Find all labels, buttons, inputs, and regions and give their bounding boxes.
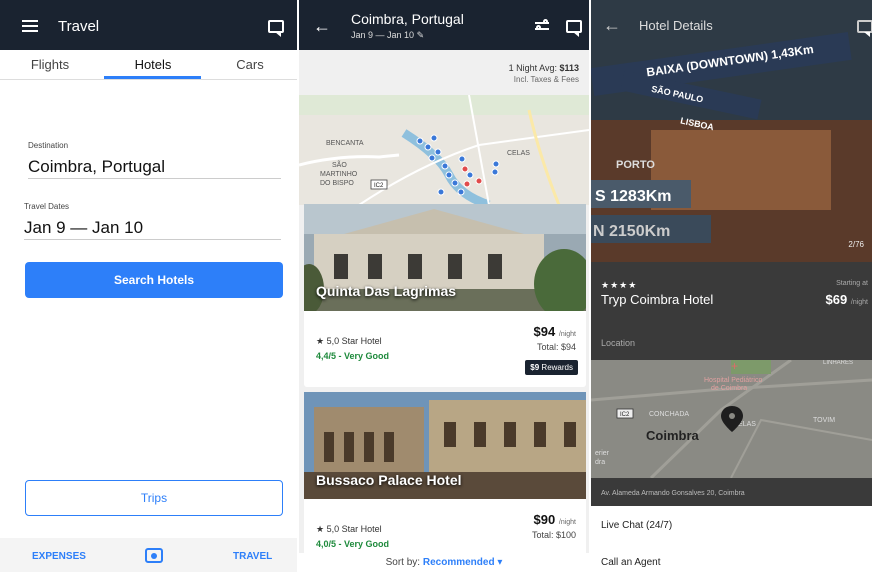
map-label: LINHARES — [823, 360, 853, 366]
map-label: de Coimbra — [711, 385, 747, 392]
results-title: Coimbra, Portugal — [351, 11, 464, 27]
map-label: dra — [595, 459, 605, 466]
filter-icon[interactable] — [535, 19, 549, 32]
back-arrow-icon[interactable]: ← — [603, 15, 621, 36]
hotel-price: $94 /night — [534, 324, 576, 339]
travel-nav[interactable]: TRAVEL — [233, 551, 272, 562]
location-label: Location — [601, 338, 636, 348]
details-header: ← Hotel Details — [591, 0, 872, 50]
chevron-down-icon[interactable]: ▾ — [497, 557, 502, 568]
starting-at-label: Starting at — [836, 280, 868, 287]
destination-field[interactable]: Coimbra, Portugal — [28, 157, 165, 177]
hotel-total: Total: $94 — [536, 342, 576, 352]
map-label: Hospital Pediátrico — [704, 377, 762, 384]
chat-icon[interactable] — [268, 20, 284, 37]
hotel-stars: ★ 5,0 Star Hotel — [316, 524, 382, 535]
sort-bar[interactable]: Sort by: Recommended ▾ — [299, 553, 589, 572]
chat-icon[interactable] — [857, 20, 872, 37]
rewards-badge: $9 Rewards — [525, 360, 578, 375]
expenses-nav[interactable]: EXPENSES — [32, 551, 86, 562]
rewards-value: $9 — [530, 363, 540, 372]
destination-underline — [28, 178, 281, 179]
call-agent-option[interactable]: Call an Agent — [601, 557, 661, 568]
price-value: $94 — [533, 324, 556, 339]
camera-icon[interactable] — [145, 548, 163, 563]
star-icon: ★ — [316, 336, 325, 346]
map-label: IC2 — [620, 412, 630, 418]
travel-dates-field[interactable]: Jan 9 — Jan 10 — [24, 218, 143, 238]
hotel-star-rating: ★★★★ — [601, 280, 638, 290]
results-map[interactable]: BENCANTA SÃO MARTINHO DO BISPO CELAS IC2 — [299, 95, 589, 205]
sign-text: S 1283Km — [595, 188, 672, 205]
menu-icon[interactable] — [22, 20, 38, 32]
avg-label: 1 Night Avg: — [508, 63, 557, 73]
active-tab-indicator — [104, 76, 201, 79]
bottom-nav: EXPENSES TRAVEL — [0, 538, 297, 572]
sort-label: Sort by: — [385, 557, 421, 568]
rewards-label: Rewards — [541, 363, 573, 372]
price-value: $90 — [533, 512, 556, 527]
night-average: 1 Night Avg: $113 Incl. Taxes & Fees — [509, 62, 579, 86]
results-dates[interactable]: Jan 9 — Jan 10 ✎ — [351, 30, 424, 41]
hotel-stars: ★ 5,0 Star Hotel — [316, 336, 382, 347]
hotel-summary: ★★★★ Tryp Coimbra Hotel Starting at $69 … — [591, 262, 872, 506]
details-title: Hotel Details — [639, 18, 713, 33]
trips-button[interactable]: Trips — [25, 480, 283, 516]
hotel-search-screen: Travel Flights Hotels Cars Destination C… — [0, 0, 297, 572]
sign-text: PORTO — [616, 159, 655, 171]
hospital-icon: + — [731, 360, 738, 373]
hotel-name: Tryp Coimbra Hotel — [601, 292, 714, 307]
app-title: Travel — [58, 18, 100, 35]
travel-dates-label: Travel Dates — [24, 202, 70, 211]
photo-counter: 2/76 — [848, 240, 864, 249]
star-icon: ★ — [316, 524, 325, 534]
sort-value[interactable]: Recommended — [423, 557, 495, 568]
back-arrow-icon[interactable]: ← — [313, 16, 331, 37]
map-label: erier — [595, 450, 610, 457]
results-dates-text: Jan 9 — Jan 10 — [351, 30, 415, 40]
tab-cars[interactable]: Cars — [205, 57, 295, 72]
price-value: $69 — [825, 292, 848, 307]
map-label: Coimbra — [646, 428, 700, 443]
hotel-name[interactable]: Bussaco Palace Hotel — [316, 472, 462, 488]
price-unit: /night — [558, 519, 576, 526]
destination-label: Destination — [28, 141, 69, 150]
map-label-ic2: IC2 — [374, 183, 384, 189]
hotel-stars-text: 5,0 Star Hotel — [326, 336, 382, 346]
hotel-total: Total: $100 — [531, 530, 576, 540]
price-unit: /night — [558, 331, 576, 338]
tab-flights[interactable]: Flights — [5, 57, 95, 72]
map-label-do-bispo: DO BISPO — [320, 180, 354, 187]
hotel-card[interactable]: Bussaco Palace Hotel ★ 5,0 Star Hotel 4,… — [304, 392, 586, 562]
tab-hotels[interactable]: Hotels — [108, 57, 198, 72]
location-map[interactable]: + Hospital Pediátrico de Coimbra CONCHAD… — [591, 360, 872, 478]
map-label-bencanta: BENCANTA — [326, 140, 364, 147]
map-label-martinho: MARTINHO — [320, 171, 358, 178]
hotel-stars-text: 5,0 Star Hotel — [326, 524, 382, 534]
avg-note: Incl. Taxes & Fees — [513, 75, 579, 84]
results-header: ← Coimbra, Portugal Jan 9 — Jan 10 ✎ — [299, 0, 589, 50]
price-unit: /night — [850, 299, 868, 306]
hotel-name[interactable]: Quinta Das Lagrimas — [316, 283, 456, 299]
travel-dates-underline — [24, 239, 281, 240]
chat-icon[interactable] — [566, 20, 582, 37]
live-chat-option[interactable]: Live Chat (24/7) — [601, 520, 672, 531]
hotel-rating: 4,0/5 - Very Good — [316, 539, 390, 549]
map-label-sao: SÃO — [332, 160, 347, 169]
hotel-details-screen: BAIXA (DOWNTOWN) 1,43Km SÃO PAULO LISBOA… — [591, 0, 872, 572]
hotel-price: $69 /night — [826, 292, 868, 307]
map-label: TOVIM — [813, 417, 835, 424]
hotel-rating: 4,4/5 - Very Good — [316, 351, 390, 361]
map-label-celas: CELAS — [507, 150, 530, 157]
avg-value: $113 — [559, 63, 579, 73]
hotel-price: $90 /night — [534, 512, 576, 527]
search-hotels-button[interactable]: Search Hotels — [25, 262, 283, 298]
sign-text: N 2150Km — [593, 223, 670, 240]
map-label: CONCHADA — [649, 411, 689, 418]
edit-pencil-icon[interactable]: ✎ — [417, 30, 425, 40]
hotel-results-screen: ← Coimbra, Portugal Jan 9 — Jan 10 ✎ 1 N… — [299, 0, 589, 572]
hotel-address: Av. Alameda Armando Gonsalves 20, Coimbr… — [601, 490, 745, 497]
app-bar: Travel — [0, 0, 297, 50]
hotel-card[interactable]: Quinta Das Lagrimas ★ 5,0 Star Hotel 4,4… — [304, 204, 586, 387]
